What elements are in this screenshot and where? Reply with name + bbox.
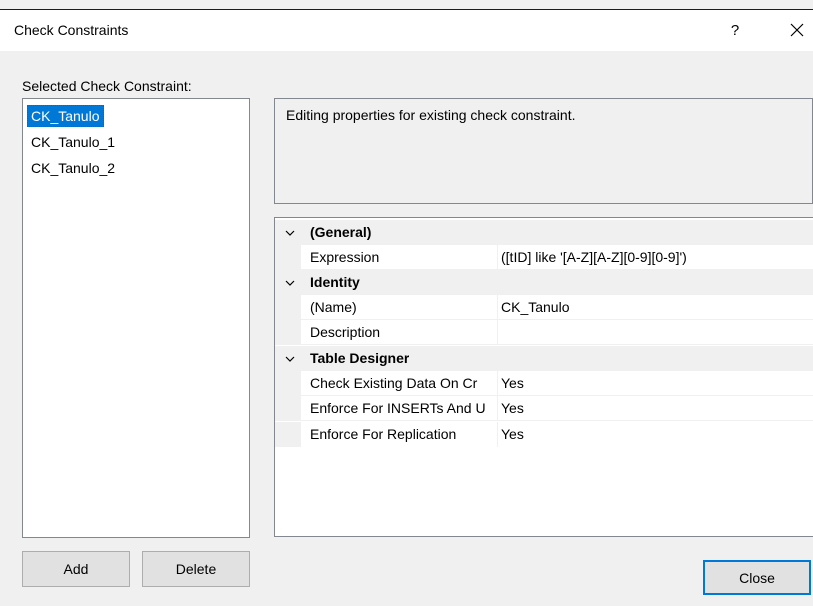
property-grid[interactable]: (General) Expression ([tID] like '[A-Z][… <box>274 217 813 537</box>
category-name: (General) <box>310 224 372 240</box>
property-name: Description <box>310 324 381 340</box>
constraint-list[interactable]: CK_Tanulo CK_Tanulo_1 CK_Tanulo_2 <box>22 98 250 538</box>
category-row-general[interactable]: (General) <box>275 220 813 245</box>
property-row-name[interactable]: (Name) CK_Tanulo <box>275 295 813 320</box>
property-row-enforce-replication[interactable]: Enforce For Replication Yes <box>275 422 813 447</box>
category-name: Identity <box>310 274 360 290</box>
close-button[interactable]: Close <box>703 560 811 595</box>
description-panel: Editing properties for existing check co… <box>274 98 813 204</box>
property-value[interactable]: ([tID] like '[A-Z][A-Z][0-9][0-9]') <box>501 245 813 270</box>
category-name: Table Designer <box>310 350 410 366</box>
row-gutter <box>275 245 301 270</box>
property-name: Enforce For Replication <box>310 426 457 442</box>
category-row-table-designer[interactable]: Table Designer <box>275 346 813 371</box>
selected-constraint-label: Selected Check Constraint: <box>22 78 192 94</box>
property-row-expression[interactable]: Expression ([tID] like '[A-Z][A-Z][0-9][… <box>275 245 813 270</box>
column-divider <box>497 371 498 396</box>
property-value[interactable]: CK_Tanulo <box>501 295 813 320</box>
help-button[interactable]: ? <box>721 12 749 48</box>
property-value[interactable]: Yes <box>501 422 813 447</box>
property-row-description[interactable]: Description <box>275 320 813 345</box>
property-name: Expression <box>310 249 380 265</box>
row-gutter <box>275 422 301 447</box>
property-name: (Name) <box>310 299 357 315</box>
column-divider <box>497 396 498 421</box>
chevron-down-icon[interactable] <box>283 220 297 245</box>
row-gutter <box>275 371 301 396</box>
delete-button[interactable]: Delete <box>142 551 250 587</box>
property-name: Enforce For INSERTs And U <box>310 400 486 416</box>
row-gutter <box>275 396 301 421</box>
chevron-down-icon[interactable] <box>283 270 297 295</box>
column-divider <box>497 422 498 447</box>
column-divider <box>497 245 498 270</box>
property-row-check-existing-data[interactable]: Check Existing Data On Cr Yes <box>275 371 813 396</box>
column-divider <box>497 320 498 345</box>
constraint-list-item[interactable]: CK_Tanulo_2 <box>27 157 119 179</box>
property-value[interactable] <box>501 320 813 345</box>
constraint-list-item[interactable]: CK_Tanulo <box>27 105 104 127</box>
row-divider <box>301 344 813 345</box>
constraint-list-item[interactable]: CK_Tanulo_1 <box>27 131 119 153</box>
row-gutter <box>275 320 301 345</box>
close-window-button[interactable] <box>783 12 811 48</box>
property-row-enforce-inserts[interactable]: Enforce For INSERTs And U Yes <box>275 396 813 421</box>
add-button[interactable]: Add <box>22 551 130 587</box>
window-title: Check Constraints <box>14 22 129 38</box>
row-gutter <box>275 295 301 320</box>
property-name: Check Existing Data On Cr <box>310 375 478 391</box>
chevron-down-icon[interactable] <box>283 346 297 371</box>
property-value[interactable]: Yes <box>501 371 813 396</box>
row-divider <box>301 420 813 421</box>
column-divider <box>497 295 498 320</box>
property-value[interactable]: Yes <box>501 396 813 421</box>
close-icon <box>790 23 804 37</box>
description-text: Editing properties for existing check co… <box>286 107 576 123</box>
category-row-identity[interactable]: Identity <box>275 270 813 295</box>
